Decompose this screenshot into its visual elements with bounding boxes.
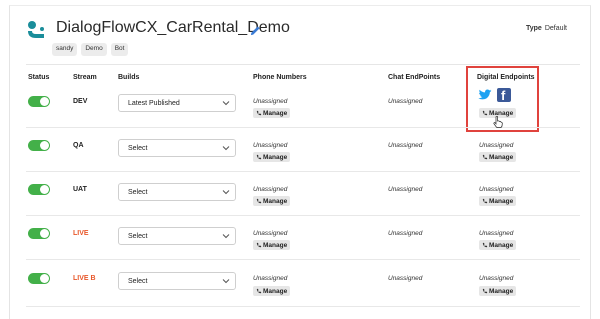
- phone-icon: [482, 242, 488, 248]
- chat-status: Unassigned: [388, 275, 423, 282]
- column-header-chat-endpoints: Chat EndPoints: [388, 74, 441, 81]
- digital-manage-button[interactable]: Manage: [479, 240, 517, 250]
- stream-name: UAT: [73, 186, 87, 193]
- manage-label: Manage: [263, 288, 288, 295]
- phone-icon: [482, 288, 488, 294]
- build-select[interactable]: Select: [118, 183, 236, 201]
- phone-icon: [256, 198, 262, 204]
- phone-manage-button[interactable]: Manage: [253, 286, 291, 296]
- chat-status: Unassigned: [388, 230, 423, 237]
- build-select[interactable]: Select: [118, 272, 236, 290]
- phone-status: Unassigned: [253, 230, 288, 237]
- table-bottom-divider: [26, 306, 580, 307]
- chevron-down-icon: [222, 279, 230, 284]
- manage-label: Manage: [263, 198, 288, 205]
- build-select-value: Latest Published: [128, 100, 180, 107]
- chat-status: Unassigned: [388, 142, 423, 149]
- chevron-down-icon: [222, 101, 230, 106]
- manage-label: Manage: [489, 288, 514, 295]
- tag-chip[interactable]: sandy: [52, 43, 78, 56]
- tag-chip[interactable]: Demo: [81, 43, 107, 56]
- phone-manage-button[interactable]: Manage: [253, 108, 291, 118]
- type-value: Default: [544, 25, 567, 32]
- stream-name: DEV: [73, 98, 88, 105]
- digital-status: Unassigned: [479, 186, 514, 193]
- build-select-value: Select: [128, 145, 148, 152]
- digital-manage-button[interactable]: Manage: [479, 152, 517, 162]
- digital-status: Unassigned: [479, 230, 514, 237]
- digital-status: Unassigned: [479, 142, 514, 149]
- phone-manage-button[interactable]: Manage: [253, 240, 291, 250]
- column-header-phone-numbers: Phone Numbers: [253, 74, 307, 81]
- header-divider: [26, 64, 580, 65]
- build-select-value: Select: [128, 189, 148, 196]
- phone-status: Unassigned: [253, 186, 288, 193]
- stream-name: QA: [73, 142, 84, 149]
- phone-status: Unassigned: [253, 275, 288, 282]
- twitter-icon[interactable]: [478, 89, 492, 101]
- chevron-down-icon: [222, 190, 230, 195]
- build-select[interactable]: Select: [118, 139, 236, 157]
- bot-header: DialogFlowCX_CarRental_Demo sandy Demo B…: [26, 18, 581, 60]
- phone-manage-button[interactable]: Manage: [253, 152, 291, 162]
- phone-status: Unassigned: [253, 98, 288, 105]
- table-row: LIVE Select Unassigned Manage Unassigned…: [26, 216, 580, 260]
- chevron-down-icon: [222, 234, 230, 239]
- manage-label: Manage: [489, 198, 514, 205]
- pencil-icon[interactable]: [250, 25, 261, 36]
- stream-name: LIVE: [73, 230, 89, 237]
- table-row: UAT Select Unassigned Manage Unassigned …: [26, 172, 580, 216]
- status-toggle[interactable]: [28, 273, 50, 284]
- build-select[interactable]: Select: [118, 227, 236, 245]
- digital-status: Unassigned: [479, 275, 514, 282]
- facebook-icon[interactable]: f: [497, 88, 511, 103]
- status-toggle[interactable]: [28, 228, 50, 239]
- manage-label: Manage: [489, 154, 514, 161]
- type-label: Type: [525, 25, 542, 32]
- phone-icon: [256, 288, 262, 294]
- phone-icon: [482, 110, 488, 116]
- status-toggle[interactable]: [28, 96, 50, 107]
- digital-manage-button[interactable]: Manage: [479, 196, 517, 206]
- build-select[interactable]: Latest Published: [118, 94, 236, 112]
- tag-chip[interactable]: Bot: [110, 43, 129, 56]
- manage-label: Manage: [263, 154, 288, 161]
- chat-status: Unassigned: [388, 98, 423, 105]
- phone-manage-button[interactable]: Manage: [253, 196, 291, 206]
- facebook-glyph: f: [501, 88, 506, 103]
- phone-status: Unassigned: [253, 142, 288, 149]
- build-select-value: Select: [128, 233, 148, 240]
- dialogflow-logo-icon: [28, 21, 44, 38]
- manage-label: Manage: [263, 110, 288, 117]
- build-select-value: Select: [128, 278, 148, 285]
- table-row: LIVE B Select Unassigned Manage Unassign…: [26, 260, 580, 304]
- column-header-status: Status: [28, 74, 50, 81]
- phone-icon: [256, 110, 262, 116]
- column-header-builds: Builds: [118, 74, 140, 81]
- phone-icon: [482, 198, 488, 204]
- bot-type: Type Default: [526, 25, 567, 32]
- phone-icon: [482, 154, 488, 160]
- chat-status: Unassigned: [388, 186, 423, 193]
- stream-name: LIVE B: [73, 275, 96, 282]
- manage-label: Manage: [263, 242, 288, 249]
- phone-icon: [256, 154, 262, 160]
- column-header-stream: Stream: [73, 74, 97, 81]
- hand-pointer-icon: [493, 116, 503, 128]
- digital-manage-button[interactable]: Manage: [479, 286, 517, 296]
- status-toggle[interactable]: [28, 140, 50, 151]
- manage-label: Manage: [489, 242, 514, 249]
- table-row: QA Select Unassigned Manage Unassigned U…: [26, 128, 580, 172]
- tag-list: sandy Demo Bot: [52, 43, 129, 56]
- chevron-down-icon: [222, 146, 230, 151]
- status-toggle[interactable]: [28, 184, 50, 195]
- phone-icon: [256, 242, 262, 248]
